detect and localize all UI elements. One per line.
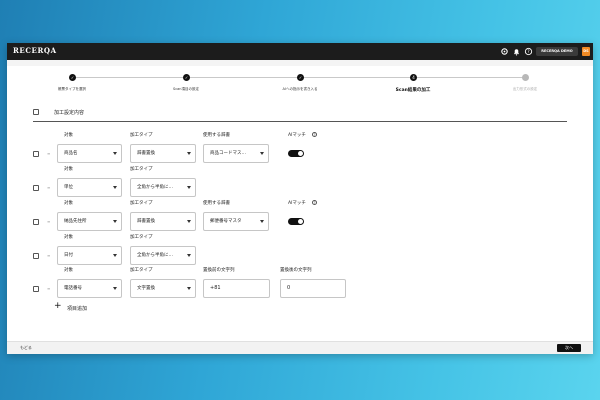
- target-label: 対象: [64, 268, 73, 273]
- step-2-check-icon: ✓: [183, 74, 190, 81]
- process-type-label: 加工タイプ: [130, 201, 153, 206]
- back-button[interactable]: もどる: [20, 345, 32, 351]
- before-replace-label: 置換前の文字列: [203, 268, 235, 273]
- target-select[interactable]: 単位: [57, 178, 122, 197]
- step-5-label: 出力形式の設定: [512, 87, 538, 91]
- step-2-label: Scan項目の設定: [172, 87, 199, 91]
- target-select[interactable]: 商品名: [57, 144, 122, 163]
- chevron-down-icon: [113, 152, 117, 155]
- footer-bar: もどる 次へ: [7, 341, 593, 354]
- next-button[interactable]: 次へ: [557, 344, 581, 352]
- chevron-down-icon: [113, 220, 117, 223]
- settings-icon[interactable]: [500, 47, 509, 56]
- section-header-label: 加工設定内容: [54, 110, 85, 116]
- process-type-label: 加工タイプ: [130, 268, 153, 273]
- target-select-value: 日付: [64, 253, 73, 258]
- dictionary-select-value: 商品コードマス…: [210, 151, 246, 156]
- target-select[interactable]: 電話番号: [57, 279, 122, 298]
- step-1-check-icon: ✓: [69, 74, 76, 81]
- step-3-label: AIへの指示を書き入る: [282, 87, 318, 91]
- target-select-value: 単位: [64, 185, 73, 190]
- chevron-down-icon: [187, 254, 191, 257]
- chevron-down-icon: [260, 152, 264, 155]
- bell-icon[interactable]: [512, 47, 521, 56]
- process-type-select-value: 辞書置換: [137, 219, 155, 224]
- top-bar: RECERQA ? RECERQA DEMO DS: [7, 43, 593, 60]
- toggle-knob: [298, 219, 303, 224]
- row-checkbox[interactable]: [33, 219, 39, 225]
- ai-match-toggle[interactable]: [288, 218, 304, 225]
- drag-handle-icon[interactable]: ≡: [47, 186, 51, 190]
- step-1-label: 帳票タイプを選択: [58, 87, 86, 91]
- step-4-label: Scan結果の加工: [395, 88, 431, 93]
- after-replace-input[interactable]: 0: [280, 279, 346, 298]
- dictionary-select-value: 郵便番号マスタ: [210, 219, 242, 224]
- chevron-down-icon: [113, 254, 117, 257]
- chevron-down-icon: [113, 287, 117, 290]
- row-checkbox[interactable]: [33, 286, 39, 292]
- chevron-down-icon: [187, 152, 191, 155]
- select-all-checkbox[interactable]: [33, 109, 39, 115]
- after-replace-label: 置換後の文字列: [280, 268, 312, 273]
- row-checkbox[interactable]: [33, 253, 39, 259]
- process-type-label: 加工タイプ: [130, 167, 153, 172]
- drag-handle-icon[interactable]: ≡: [47, 287, 51, 291]
- target-select-value: 商品名: [64, 151, 78, 156]
- user-menu[interactable]: RECERQA DEMO: [536, 47, 578, 56]
- drag-handle-icon[interactable]: ≡: [47, 220, 51, 224]
- process-type-select[interactable]: 文字置換: [130, 279, 196, 298]
- ai-match-label: AIマッチ: [288, 133, 306, 138]
- process-type-label: 加工タイプ: [130, 133, 153, 138]
- row-checkbox[interactable]: [33, 185, 39, 191]
- target-label: 対象: [64, 235, 73, 240]
- process-type-select-value: 辞書置換: [137, 151, 155, 156]
- target-select[interactable]: 日付: [57, 246, 122, 265]
- ai-match-toggle[interactable]: [288, 150, 304, 157]
- process-type-select-value: 文字置換: [137, 286, 155, 291]
- row-checkbox[interactable]: [33, 151, 39, 157]
- drag-handle-icon[interactable]: ≡: [47, 152, 51, 156]
- chevron-down-icon: [260, 220, 264, 223]
- process-type-select-value: 全角から半角に…: [137, 185, 173, 190]
- dictionary-label: 使用する辞書: [203, 201, 230, 206]
- app-logo: RECERQA: [13, 46, 57, 55]
- add-item-button[interactable]: 項目追加: [67, 305, 87, 312]
- target-select-value: 納品先住所: [64, 219, 87, 224]
- dictionary-select[interactable]: 郵便番号マスタ: [203, 212, 269, 231]
- add-icon[interactable]: +: [54, 302, 62, 311]
- chevron-down-icon: [113, 186, 117, 189]
- target-select[interactable]: 納品先住所: [57, 212, 122, 231]
- process-type-select[interactable]: 辞書置換: [130, 212, 196, 231]
- step-4-marker: 4: [410, 74, 417, 81]
- process-type-select[interactable]: 辞書置換: [130, 144, 196, 163]
- chevron-down-icon: [187, 186, 191, 189]
- chevron-down-icon: [187, 220, 191, 223]
- process-type-label: 加工タイプ: [130, 235, 153, 240]
- dictionary-label: 使用する辞書: [203, 133, 230, 138]
- ai-match-help-icon[interactable]: ?: [312, 132, 317, 137]
- target-select-value: 電話番号: [64, 286, 82, 291]
- avatar[interactable]: DS: [582, 47, 590, 56]
- step-5-marker: [522, 74, 529, 81]
- dictionary-select[interactable]: 商品コードマス…: [203, 144, 269, 163]
- process-type-select-value: 全角から半角に…: [137, 253, 173, 258]
- ai-match-label: AIマッチ: [288, 201, 306, 206]
- step-3-check-icon: ✓: [297, 74, 304, 81]
- target-label: 対象: [64, 167, 73, 172]
- chevron-down-icon: [187, 287, 191, 290]
- stepper-header-band: [7, 60, 593, 66]
- target-label: 対象: [64, 133, 73, 138]
- process-type-select[interactable]: 全角から半角に…: [130, 246, 196, 265]
- process-type-select[interactable]: 全角から半角に…: [130, 178, 196, 197]
- toggle-knob: [298, 151, 303, 156]
- help-icon[interactable]: ?: [524, 47, 533, 56]
- drag-handle-icon[interactable]: ≡: [47, 254, 51, 258]
- ai-match-help-icon[interactable]: ?: [312, 200, 317, 205]
- target-label: 対象: [64, 201, 73, 206]
- section-divider: [33, 121, 567, 122]
- app-window: RECERQA ? RECERQA DEMO DS ✓ 帳票タイプを選択 ✓ S…: [7, 43, 593, 354]
- before-replace-input[interactable]: +81: [203, 279, 270, 298]
